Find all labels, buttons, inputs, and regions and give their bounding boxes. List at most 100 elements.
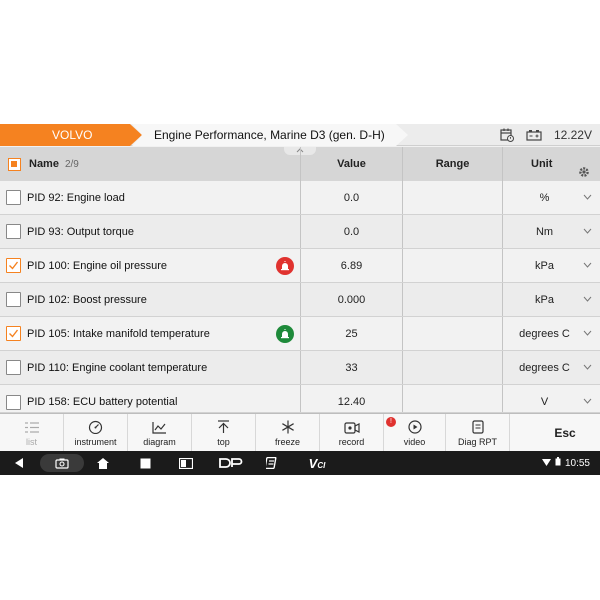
- battery-status-icon: [555, 457, 561, 469]
- row-checkbox[interactable]: [6, 190, 21, 205]
- pid-unit: kPa: [535, 259, 554, 272]
- table-row[interactable]: PID 102: Boost pressure 0.000 kPa: [0, 283, 600, 317]
- pid-value: 0.0: [300, 215, 402, 248]
- recent-apps-icon[interactable]: [136, 451, 154, 475]
- normal-alarm-icon[interactable]: [276, 325, 294, 343]
- table-row[interactable]: PID 158: ECU battery potential 12.40 V: [0, 385, 600, 413]
- top-button[interactable]: top: [192, 414, 256, 452]
- system-nav-bar: V CI 10:55: [0, 451, 600, 475]
- row-checkbox[interactable]: [6, 258, 21, 273]
- gauge-icon: [88, 420, 103, 434]
- bottom-toolbar: list instrument diagram top freeze recor…: [0, 413, 600, 452]
- breadcrumb-brand[interactable]: VOLVO: [0, 124, 142, 146]
- high-alarm-icon[interactable]: [276, 257, 294, 275]
- select-all-checkbox[interactable]: [8, 157, 21, 171]
- header-unit-column: Unit: [502, 147, 600, 181]
- pid-range: [402, 385, 502, 412]
- header-name-label: Name: [29, 158, 59, 170]
- battery-voltage: 12.22V: [553, 128, 592, 142]
- unit-select[interactable]: %: [502, 181, 600, 214]
- header-name-column: Name 2/9: [0, 147, 316, 181]
- pid-label: PID 105: Intake manifold temperature: [27, 327, 210, 340]
- report-icon: [471, 420, 484, 434]
- pid-range: [402, 351, 502, 384]
- row-checkbox[interactable]: [6, 360, 21, 375]
- pid-unit: degrees C: [519, 361, 570, 374]
- pid-label: PID 92: Engine load: [27, 191, 125, 204]
- notes-icon[interactable]: [262, 451, 280, 475]
- battery-icon: [526, 129, 542, 141]
- move-top-icon: [218, 420, 229, 433]
- unit-select[interactable]: V: [502, 385, 600, 412]
- vci-icon[interactable]: V CI: [304, 451, 330, 475]
- header-value: Value: [300, 147, 402, 181]
- unit-select[interactable]: kPa: [502, 249, 600, 282]
- record-button[interactable]: record: [320, 414, 384, 452]
- snowflake-icon: [281, 420, 294, 434]
- pid-unit: kPa: [535, 293, 554, 306]
- freeze-button[interactable]: freeze: [256, 414, 320, 452]
- pid-label: PID 100: Engine oil pressure: [27, 259, 168, 272]
- pid-label: PID 110: Engine coolant temperature: [27, 361, 208, 374]
- record-icon: [343, 422, 360, 434]
- dp-app-icon[interactable]: [218, 451, 244, 475]
- pid-label: PID 93: Output torque: [27, 225, 135, 238]
- instrument-button[interactable]: instrument: [64, 414, 128, 452]
- row-checkbox[interactable]: [6, 292, 21, 307]
- pid-range: [402, 317, 502, 350]
- row-checkbox[interactable]: [6, 326, 21, 341]
- table-row[interactable]: PID 92: Engine load 0.0 %: [0, 181, 600, 215]
- pid-value: 25: [300, 317, 402, 350]
- selected-count: 2/9: [64, 158, 79, 170]
- chevron-down-icon: [583, 262, 592, 268]
- chevron-down-icon: [583, 330, 592, 336]
- pid-unit: %: [539, 191, 550, 204]
- wifi-icon: [541, 458, 551, 469]
- app-screen: VOLVO Engine Performance, Marine D3 (gen…: [0, 124, 600, 475]
- chevron-down-icon: [583, 296, 592, 302]
- back-icon[interactable]: [10, 451, 28, 475]
- status-area: 12.22V: [500, 124, 592, 146]
- video-button[interactable]: video: [384, 414, 446, 452]
- table-row[interactable]: PID 93: Output torque 0.0 Nm: [0, 215, 600, 249]
- esc-button[interactable]: Esc: [530, 414, 600, 452]
- pid-range: [402, 181, 502, 214]
- breadcrumb-path[interactable]: Engine Performance, Marine D3 (gen. D-H): [132, 124, 408, 146]
- unit-select[interactable]: Nm: [502, 215, 600, 248]
- check-icon: [9, 261, 19, 270]
- chevron-down-icon: [583, 194, 592, 200]
- line-chart-icon: [152, 422, 166, 434]
- row-checkbox[interactable]: [6, 224, 21, 239]
- screenshot-camera-icon[interactable]: [40, 454, 84, 472]
- home-icon[interactable]: [94, 451, 112, 475]
- unit-select[interactable]: degrees C: [502, 351, 600, 384]
- diag-report-button[interactable]: Diag RPT: [446, 414, 510, 452]
- pid-range: [402, 215, 502, 248]
- diagram-button[interactable]: diagram: [128, 414, 192, 452]
- pid-label: PID 102: Boost pressure: [27, 293, 147, 306]
- pid-value: 0.000: [300, 283, 402, 316]
- pid-value: 0.0: [300, 181, 402, 214]
- pid-value: 12.40: [300, 385, 402, 412]
- table-row[interactable]: PID 100: Engine oil pressure 6.89 kPa: [0, 249, 600, 283]
- unit-select[interactable]: degrees C: [502, 317, 600, 350]
- calendar-clock-icon[interactable]: [500, 128, 514, 142]
- app-switch-icon[interactable]: [176, 451, 196, 475]
- list-button[interactable]: list: [0, 414, 64, 452]
- chevron-down-icon: [583, 364, 592, 370]
- row-checkbox[interactable]: [6, 394, 21, 410]
- list-icon: [24, 422, 39, 433]
- pid-range: [402, 283, 502, 316]
- header-range: Range: [402, 147, 502, 181]
- check-icon: [9, 329, 19, 338]
- system-status: 10:55: [541, 451, 590, 475]
- pid-value: 6.89: [300, 249, 402, 282]
- table-row[interactable]: PID 105: Intake manifold temperature 25 …: [0, 317, 600, 351]
- table-row[interactable]: PID 110: Engine coolant temperature 33 d…: [0, 351, 600, 385]
- clock: 10:55: [564, 457, 590, 469]
- play-circle-icon: [407, 420, 422, 434]
- header-unit: Unit: [531, 158, 553, 170]
- breadcrumb: VOLVO Engine Performance, Marine D3 (gen…: [0, 124, 600, 146]
- unit-select[interactable]: kPa: [502, 283, 600, 316]
- pid-value: 33: [300, 351, 402, 384]
